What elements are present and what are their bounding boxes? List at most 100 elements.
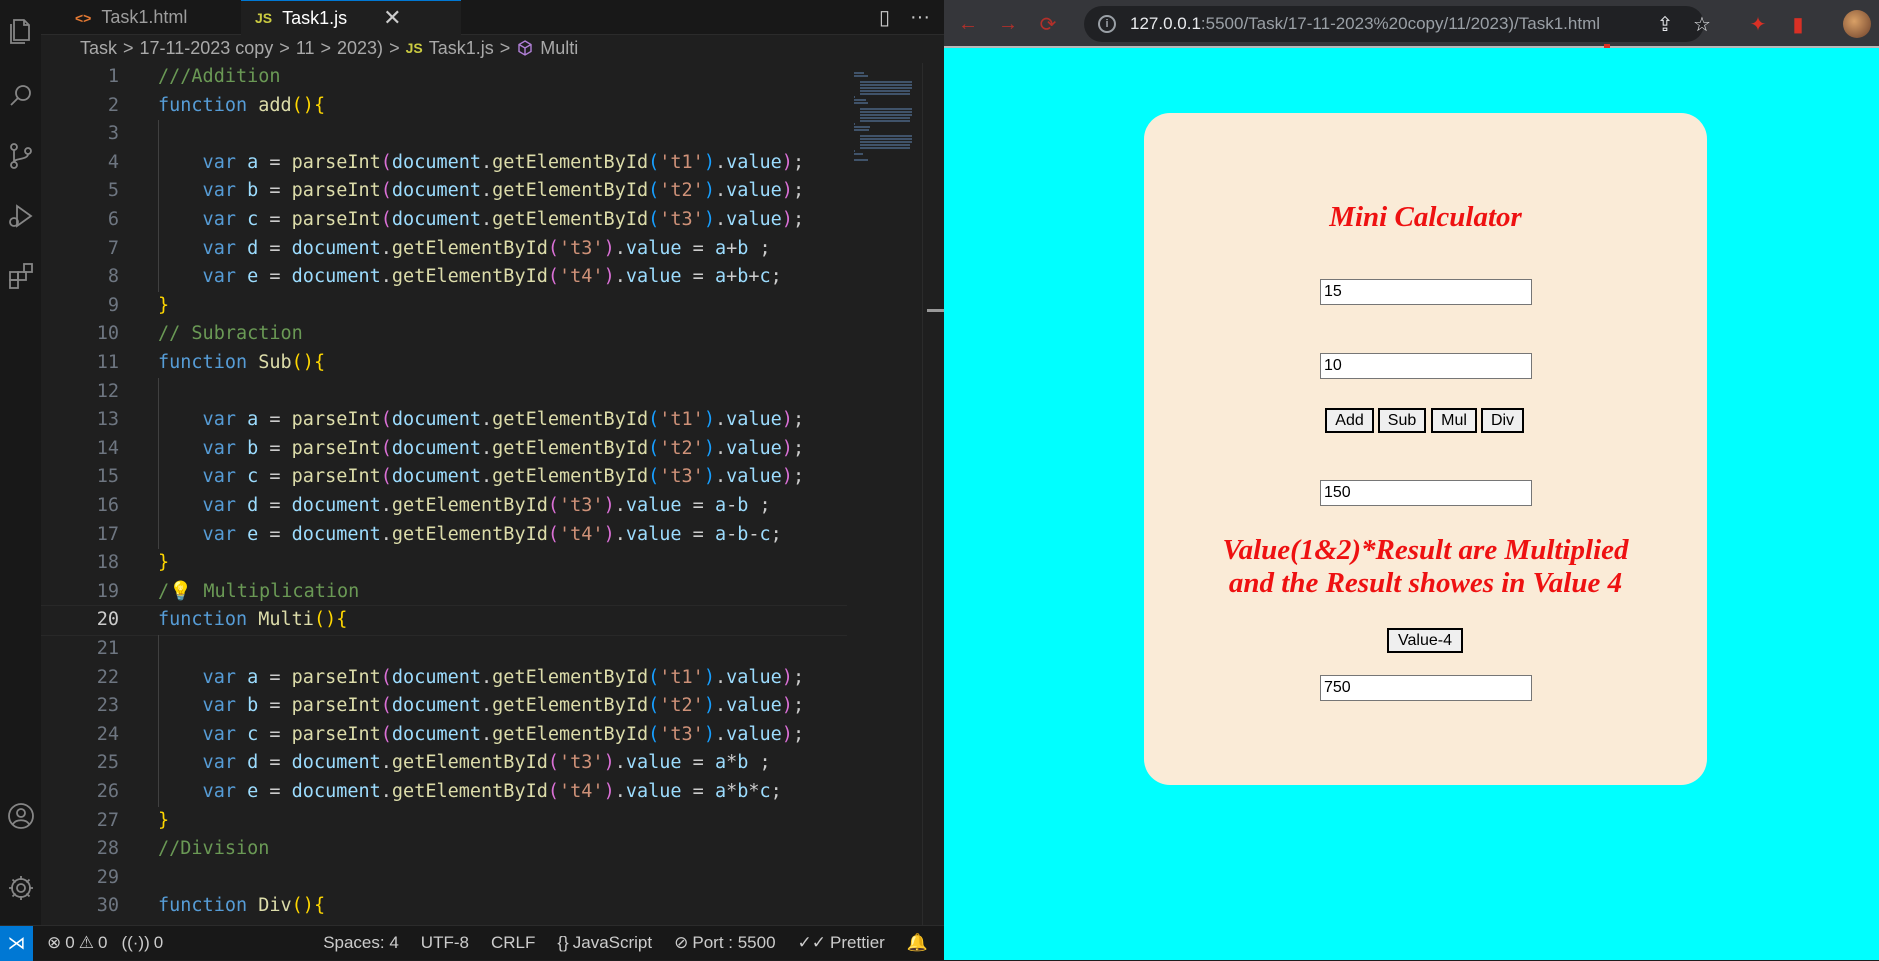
reload-icon[interactable]: ⟳: [1034, 10, 1062, 38]
code-token: ): [781, 666, 793, 688]
code-line[interactable]: 11 function Sub(){: [41, 349, 847, 378]
run-debug-icon[interactable]: [0, 186, 41, 246]
code-token: getElementById: [492, 723, 649, 745]
code-token: .: [380, 495, 392, 516]
code-line[interactable]: 3: [41, 120, 847, 149]
code-line[interactable]: 25 var d = document.getElementById('t3')…: [41, 749, 847, 778]
code-token: value: [625, 523, 682, 545]
code-token: b: [737, 781, 749, 802]
editor-scrollbar[interactable]: [922, 63, 945, 925]
remote-icon[interactable]: ⋊: [0, 925, 33, 961]
value4-input[interactable]: 750: [1320, 675, 1532, 701]
code-line[interactable]: 7 var d = document.getElementById('t3').…: [41, 234, 847, 264]
problems-indicator[interactable]: ⊗ 0 ⚠ 0: [47, 933, 107, 953]
tab-task1-html[interactable]: <> Task1.html: [61, 0, 201, 35]
prettier-status[interactable]: ✓✓ Prettier: [798, 933, 885, 953]
code-token: value: [726, 723, 782, 745]
minimap[interactable]: [852, 72, 920, 162]
code-token: (: [648, 151, 660, 173]
code-line[interactable]: 4 var a = parseInt(document.getElementBy…: [41, 148, 847, 178]
code-line[interactable]: 5 var b = parseInt(document.getElementBy…: [41, 177, 847, 206]
sub-button[interactable]: Sub: [1378, 408, 1426, 433]
profile-avatar[interactable]: [1843, 10, 1871, 38]
breadcrumb-segment[interactable]: 2023): [337, 38, 383, 59]
code-line[interactable]: 20 function Multi(){: [41, 605, 847, 636]
account-icon[interactable]: [0, 786, 41, 846]
breadcrumb-symbol[interactable]: Multi: [540, 38, 578, 59]
code-line[interactable]: 30 function Div(){: [41, 892, 847, 921]
code-line[interactable]: 2 function add(){: [41, 92, 847, 121]
code-line[interactable]: 28 //Division: [41, 835, 847, 864]
code-line[interactable]: 24 var c = parseInt(document.getElementB…: [41, 720, 847, 750]
code-token: ): [781, 151, 793, 173]
line-code: ///Addition: [158, 63, 281, 92]
extensions-icon[interactable]: [0, 246, 41, 306]
side-panel-icon[interactable]: ▮: [1784, 10, 1812, 38]
code-token: *: [726, 752, 738, 774]
breadcrumb-segment[interactable]: 11: [296, 38, 315, 59]
code-line[interactable]: 15 var c = parseInt(document.getElementB…: [41, 463, 847, 492]
value2-input[interactable]: 10: [1320, 353, 1532, 379]
code-token: (: [547, 495, 559, 516]
bell-icon[interactable]: 🔔: [907, 933, 928, 953]
tab-task1-js[interactable]: JS Task1.js ✕: [241, 0, 461, 35]
settings-gear-icon[interactable]: [0, 858, 41, 918]
code-line[interactable]: 14 var b = parseInt(document.getElementB…: [41, 434, 847, 464]
code-line[interactable]: 22 var a = parseInt(document.getElementB…: [41, 663, 847, 693]
breadcrumb-separator: >: [279, 37, 290, 58]
code-line[interactable]: 9}: [41, 292, 847, 321]
page-load-indicator: [944, 44, 1879, 48]
address-bar[interactable]: i 127.0.0.1 :5500/Task/17-11-2023%20copy…: [1084, 6, 1704, 42]
lightbulb-icon[interactable]: 💡: [169, 581, 192, 602]
code-line[interactable]: 19 /💡 Multiplication: [41, 578, 847, 607]
explorer-icon[interactable]: [0, 0, 41, 60]
value4-button[interactable]: Value-4: [1387, 628, 1463, 653]
site-info-icon[interactable]: i: [1098, 15, 1116, 33]
code-line[interactable]: 26 var e = document.getElementById('t4')…: [41, 778, 847, 807]
code-line[interactable]: 1 ///Addition: [41, 63, 847, 92]
code-line[interactable]: 17 var e = document.getElementById('t4')…: [41, 520, 847, 550]
add-button[interactable]: Add: [1325, 408, 1374, 433]
code-line[interactable]: 23 var b = parseInt(document.getElementB…: [41, 692, 847, 721]
div-button[interactable]: Div: [1481, 408, 1524, 433]
live-server-port[interactable]: ⊘ Port : 5500: [674, 933, 775, 953]
eol-status[interactable]: CRLF: [491, 933, 535, 953]
close-icon[interactable]: ✕: [383, 5, 401, 31]
code-line[interactable]: 16 var d = document.getElementById('t3')…: [41, 492, 847, 521]
code-line[interactable]: 21: [41, 635, 847, 664]
code-token: getElementById: [492, 695, 649, 717]
breadcrumb-segment[interactable]: 17-11-2023 copy: [140, 38, 274, 59]
double-check-icon: ✓✓: [797, 933, 827, 952]
code-token: getElementById: [391, 237, 548, 259]
encoding-status[interactable]: UTF-8: [421, 933, 469, 953]
indentation-status[interactable]: Spaces: 4: [323, 933, 399, 953]
value1-input[interactable]: 15: [1320, 279, 1532, 305]
code-editor[interactable]: 1///Addition 2 function add(){3 4 var a = p…: [41, 63, 847, 925]
code-line[interactable]: 10 // Subraction: [41, 320, 847, 349]
code-line[interactable]: 29: [41, 864, 847, 893]
breadcrumb-file[interactable]: Task1.js: [429, 38, 494, 59]
extensions-puzzle-icon[interactable]: ✦: [1744, 10, 1772, 38]
code-line[interactable]: 6 var c = parseInt(document.getElementBy…: [41, 206, 847, 235]
code-line[interactable]: 8 var e = document.getElementById('t4').…: [41, 263, 847, 292]
back-arrow-icon[interactable]: ←: [954, 10, 982, 38]
language-mode[interactable]: {} JavaScript: [557, 933, 652, 953]
code-token: .: [481, 409, 493, 431]
split-editor-icon[interactable]: ▯: [879, 5, 890, 30]
ports-indicator[interactable]: ((·)) 0: [121, 933, 163, 953]
code-line[interactable]: 18}: [41, 549, 847, 578]
forward-arrow-icon[interactable]: →: [994, 10, 1022, 38]
bookmark-star-icon[interactable]: ☆: [1688, 10, 1716, 38]
code-token: (: [380, 666, 392, 688]
breadcrumb-segment[interactable]: Task: [80, 38, 117, 59]
result-input[interactable]: 150: [1320, 480, 1532, 506]
share-icon[interactable]: ⇪: [1651, 10, 1679, 38]
code-line[interactable]: 27}: [41, 807, 847, 836]
more-actions-icon[interactable]: ···: [910, 6, 930, 29]
mul-button[interactable]: Mul: [1431, 408, 1477, 433]
code-line[interactable]: 13 var a = parseInt(document.getElementB…: [41, 406, 847, 435]
source-control-icon[interactable]: [0, 126, 41, 186]
code-token: document: [391, 437, 482, 459]
search-icon[interactable]: [0, 66, 41, 126]
code-line[interactable]: 12: [41, 377, 847, 407]
